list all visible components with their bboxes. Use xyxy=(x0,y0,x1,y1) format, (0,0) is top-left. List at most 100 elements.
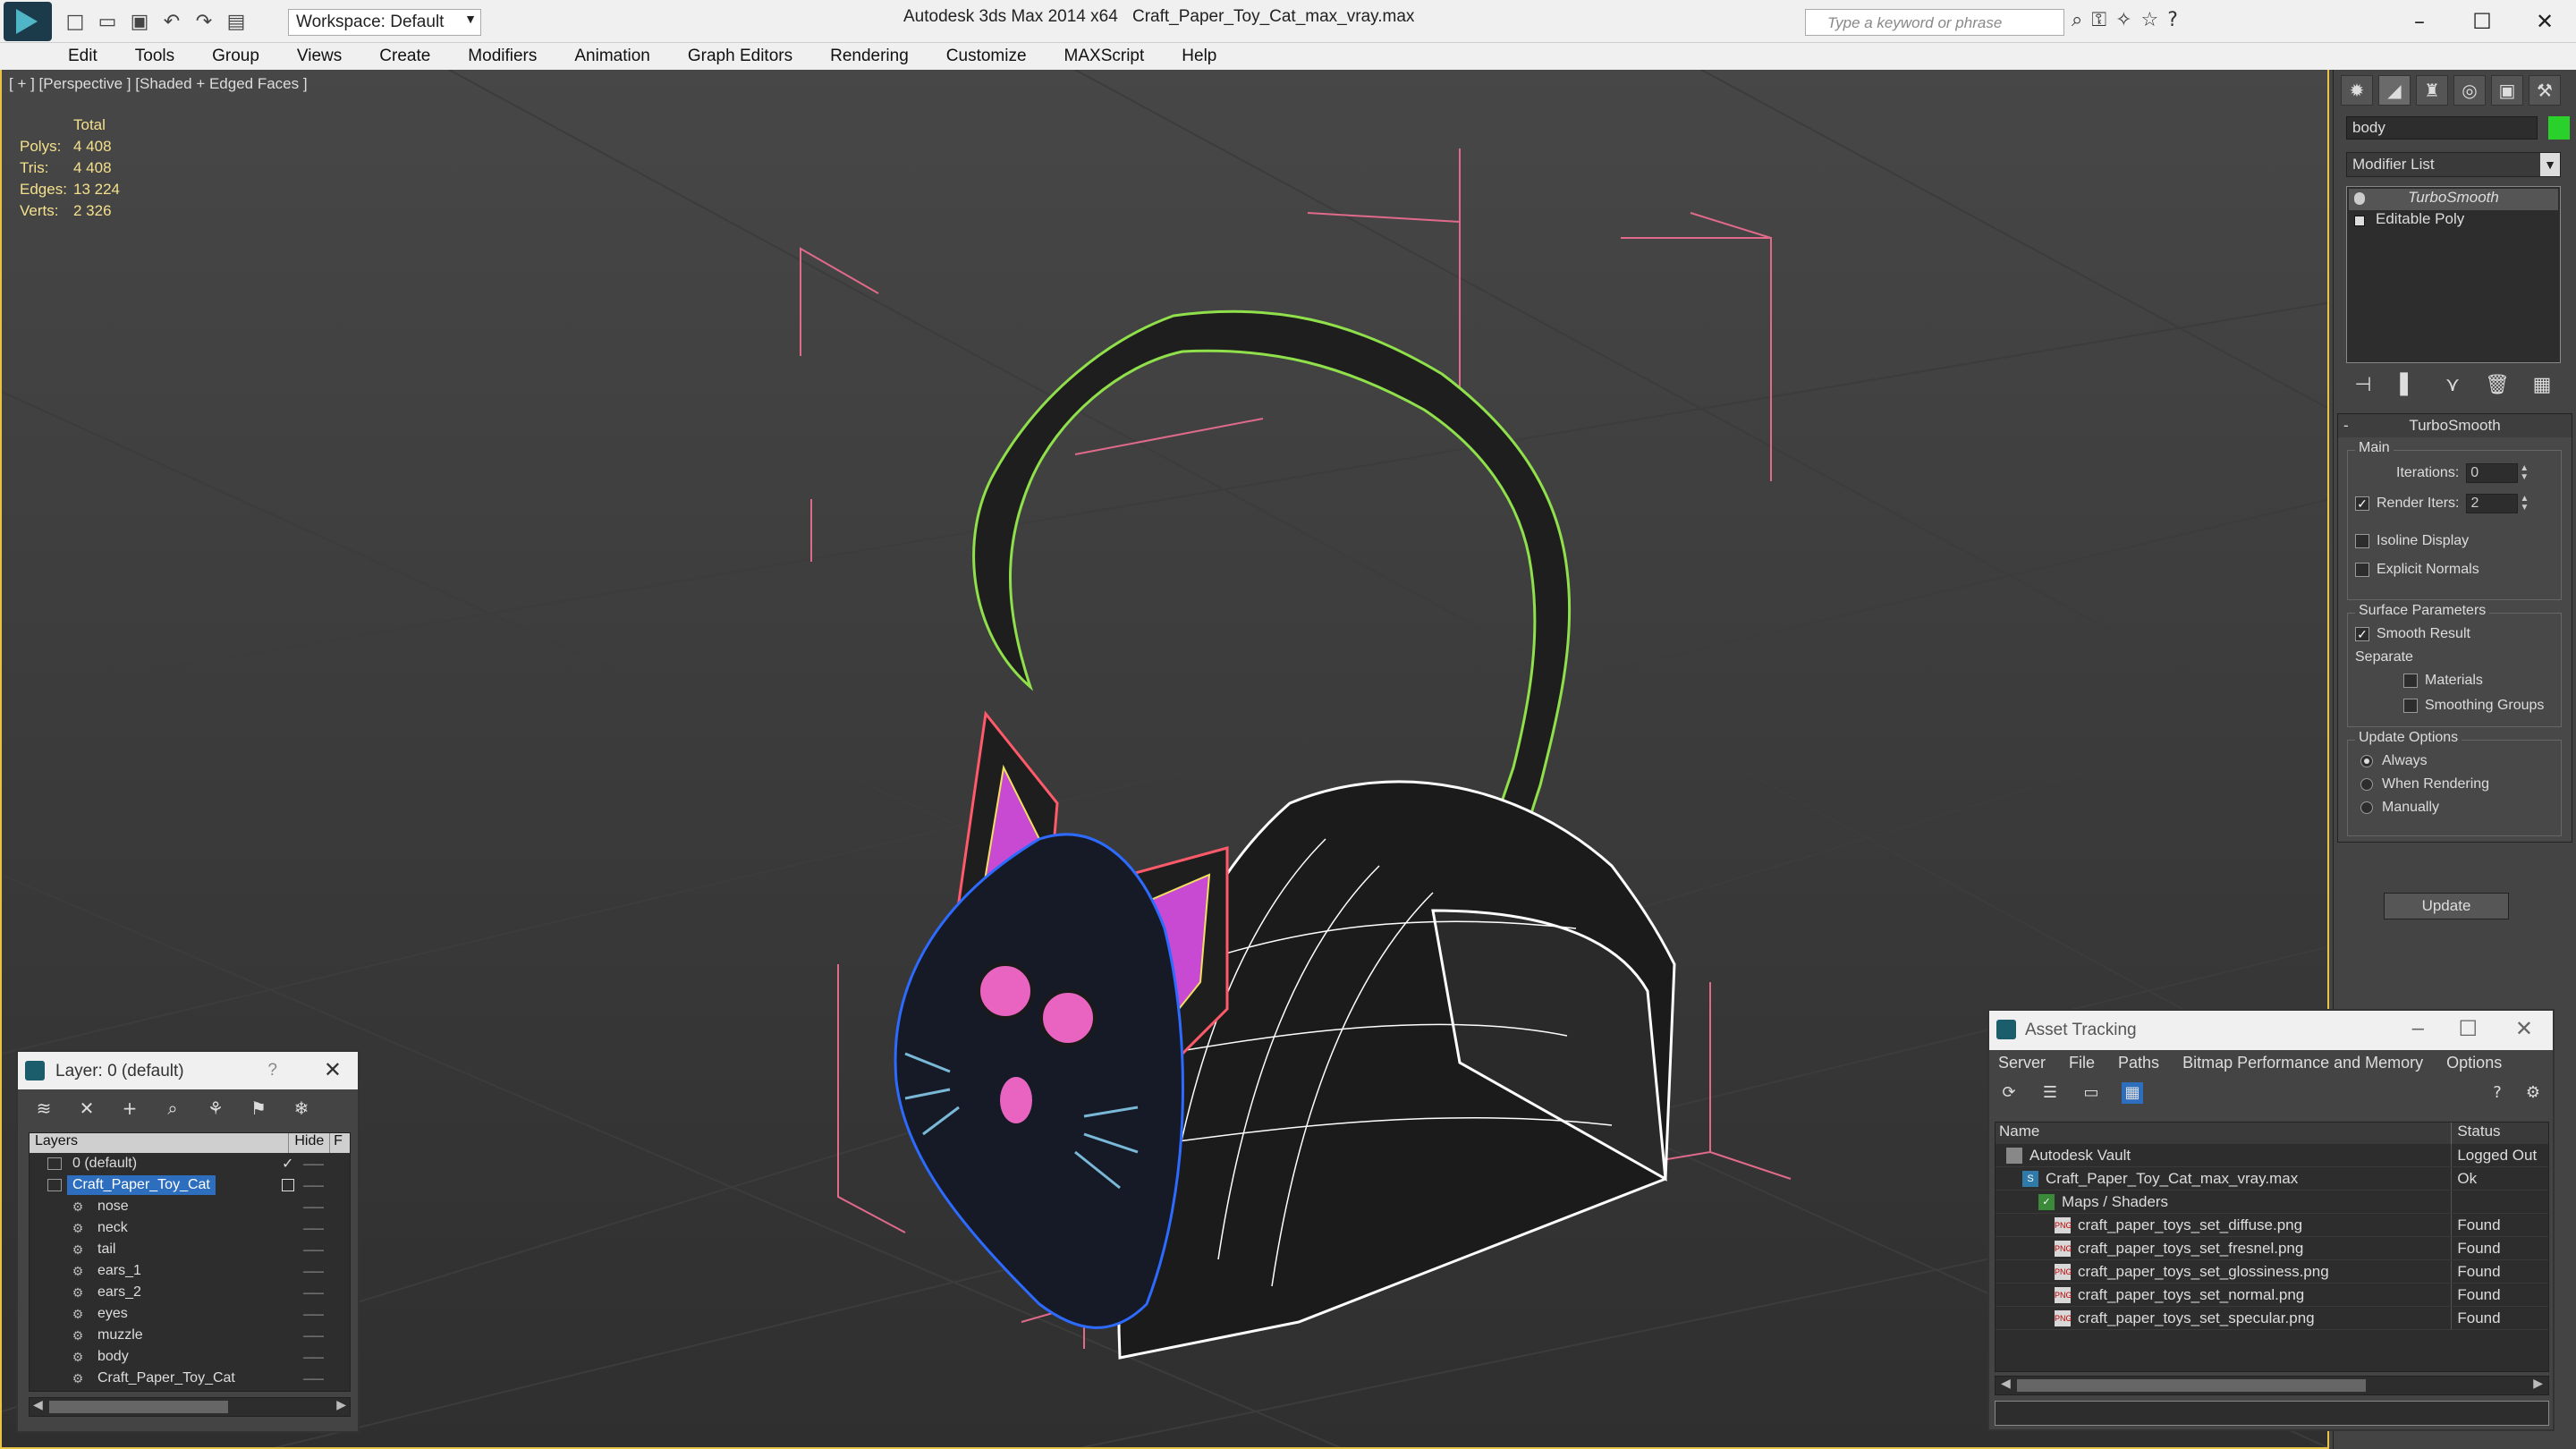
hide-all-icon[interactable]: ⚑ xyxy=(249,1098,268,1118)
menu-item-modifiers[interactable]: Modifiers xyxy=(468,47,537,66)
stack-item-editable-poly[interactable]: Editable Poly xyxy=(2349,210,2558,232)
asset-horizontal-scrollbar[interactable]: ◀ ▶ xyxy=(1995,1376,2549,1395)
hide-toggle[interactable]: —— xyxy=(303,1157,324,1170)
asset-row[interactable]: ✓ Maps / Shaders xyxy=(1996,1191,2548,1214)
make-unique-icon[interactable]: ⋎ xyxy=(2439,374,2466,401)
utilities-tab-icon[interactable]: ⚒ xyxy=(2529,75,2561,106)
layer-row[interactable]: ⚙ body —— xyxy=(30,1346,350,1368)
hide-toggle[interactable]: —— xyxy=(303,1265,324,1277)
viewport-label[interactable]: [ + ] [Perspective ] [Shaded + Edged Fac… xyxy=(9,75,308,93)
scroll-right-icon[interactable]: ▶ xyxy=(336,1398,346,1412)
subscription-icon[interactable]: ✧ xyxy=(2115,9,2131,31)
scroll-left-icon[interactable]: ◀ xyxy=(33,1398,43,1412)
layers-horizontal-scrollbar[interactable]: ◀ ▶ xyxy=(29,1397,351,1417)
maximize-button[interactable]: ☐ xyxy=(2451,4,2513,39)
hide-toggle[interactable]: —— xyxy=(303,1351,324,1363)
layer-row[interactable]: ⚙ nose —— xyxy=(30,1196,350,1217)
smooth-result-checkbox[interactable]: ✓ xyxy=(2355,627,2369,641)
asset-row[interactable]: Autodesk Vault Logged Out xyxy=(1996,1144,2548,1167)
remove-modifier-icon[interactable]: 🗑 xyxy=(2484,374,2511,401)
make-current-box-icon[interactable] xyxy=(282,1179,294,1191)
menu-item-customize[interactable]: Customize xyxy=(946,47,1027,66)
hide-toggle[interactable]: —— xyxy=(303,1200,324,1213)
asset-row[interactable]: PNG craft_paper_toys_set_normal.png Found xyxy=(1996,1284,2548,1307)
menu-item-create[interactable]: Create xyxy=(379,47,430,66)
help-icon[interactable]: ? xyxy=(2167,9,2178,31)
settings-icon[interactable]: ⚙ xyxy=(2522,1082,2544,1104)
open-file-icon[interactable]: ▭ xyxy=(95,9,120,34)
binoculars-icon[interactable]: ⌕ xyxy=(2072,9,2082,31)
asset-row[interactable]: S Craft_Paper_Toy_Cat_max_vray.max Ok xyxy=(1996,1167,2548,1191)
object-name-field[interactable]: body xyxy=(2346,116,2538,140)
menu-item-views[interactable]: Views xyxy=(297,47,342,66)
col-freeze[interactable]: F xyxy=(330,1133,350,1153)
explicit-normals-checkbox[interactable] xyxy=(2355,563,2369,577)
table-view-icon[interactable]: ▦ xyxy=(2122,1082,2143,1104)
hide-toggle[interactable]: —— xyxy=(303,1179,324,1191)
scroll-right-icon[interactable]: ▶ xyxy=(2533,1377,2543,1391)
asset-menu-paths[interactable]: Paths xyxy=(2118,1054,2159,1073)
close-icon[interactable]: ✕ xyxy=(2515,1016,2533,1042)
asset-row[interactable]: PNG craft_paper_toys_set_specular.png Foun… xyxy=(1996,1307,2548,1330)
delete-layer-icon[interactable]: ✕ xyxy=(77,1098,97,1118)
maximize-icon[interactable]: ☐ xyxy=(2458,1016,2478,1042)
asset-menu-file[interactable]: File xyxy=(2069,1054,2095,1073)
asset-row[interactable]: PNG craft_paper_toys_set_fresnel.png Found xyxy=(1996,1237,2548,1260)
menu-item-graph-editors[interactable]: Graph Editors xyxy=(688,47,792,66)
freeze-all-icon[interactable]: ❄ xyxy=(292,1098,311,1118)
display-tab-icon[interactable]: ▣ xyxy=(2491,75,2523,106)
minimize-icon[interactable]: – xyxy=(2412,1016,2424,1041)
expand-box-icon[interactable] xyxy=(2354,216,2365,226)
select-objects-icon[interactable]: ⌕ xyxy=(163,1098,182,1118)
render-iters-checkbox[interactable]: ✓ xyxy=(2355,496,2369,511)
menu-item-help[interactable]: Help xyxy=(1182,47,1216,66)
minimize-button[interactable]: – xyxy=(2388,4,2451,39)
menu-item-group[interactable]: Group xyxy=(212,47,259,66)
hide-toggle[interactable]: —— xyxy=(303,1329,324,1342)
save-file-icon[interactable]: ▣ xyxy=(127,9,152,34)
lightbulb-icon[interactable] xyxy=(2354,192,2365,205)
hierarchy-tab-icon[interactable]: ♜ xyxy=(2416,75,2448,106)
new-file-icon[interactable]: □ xyxy=(63,9,88,34)
isoline-checkbox[interactable] xyxy=(2355,534,2369,548)
help-icon[interactable]: ? xyxy=(267,1061,277,1080)
configure-modifier-sets-icon[interactable]: ▦ xyxy=(2529,374,2555,401)
menu-item-maxscript[interactable]: MAXScript xyxy=(1064,47,1145,66)
render-iters-spinner[interactable]: 2 xyxy=(2466,494,2519,513)
pin-stack-icon[interactable]: ⊣ xyxy=(2350,374,2377,401)
modify-tab-icon[interactable]: ◢ xyxy=(2378,75,2411,106)
layer-dialog-titlebar[interactable]: Layer: 0 (default) ? ✕ xyxy=(18,1052,358,1089)
asset-row[interactable]: PNG craft_paper_toys_set_glossiness.png Fo… xyxy=(1996,1260,2548,1284)
refresh-icon[interactable]: ⟳ xyxy=(1998,1082,2020,1104)
workspace-select[interactable]: Workspace: Default ▼ xyxy=(288,9,481,36)
undo-icon[interactable]: ↶ xyxy=(159,9,184,34)
menu-item-tools[interactable]: Tools xyxy=(135,47,174,66)
layer-row[interactable]: ⚙ Craft_Paper_Toy_Cat —— xyxy=(30,1368,350,1389)
search-input[interactable]: Type a keyword or phrase xyxy=(1805,9,2064,36)
update-button[interactable]: Update xyxy=(2384,893,2509,919)
menu-item-animation[interactable]: Animation xyxy=(574,47,650,66)
list-view-icon[interactable]: ☰ xyxy=(2039,1082,2061,1104)
stack-item-turbosmooth[interactable]: TurboSmooth xyxy=(2349,189,2558,210)
hide-toggle[interactable]: —— xyxy=(303,1308,324,1320)
asset-menu-server[interactable]: Server xyxy=(1998,1054,2046,1073)
layer-row[interactable]: 0 (default) ✓ —— xyxy=(30,1153,350,1174)
add-to-layer-icon[interactable]: + xyxy=(120,1098,140,1118)
materials-checkbox[interactable] xyxy=(2403,674,2418,688)
spinner-arrows-icon[interactable]: ▲ ▼ xyxy=(2520,464,2530,482)
layer-row[interactable]: ⚙ eyes —— xyxy=(30,1303,350,1325)
show-end-result-icon[interactable]: ▌ xyxy=(2394,374,2421,401)
asset-menu-bitmap-performance-and-memory[interactable]: Bitmap Performance and Memory xyxy=(2182,1054,2423,1073)
redo-icon[interactable]: ↷ xyxy=(191,9,216,34)
col-name[interactable]: Name xyxy=(1996,1123,2453,1144)
menu-item-rendering[interactable]: Rendering xyxy=(830,47,909,66)
motion-tab-icon[interactable]: ◎ xyxy=(2453,75,2486,106)
hide-toggle[interactable]: —— xyxy=(303,1286,324,1299)
col-status[interactable]: Status xyxy=(2452,1123,2548,1144)
app-logo-icon[interactable] xyxy=(4,2,52,41)
hide-toggle[interactable]: —— xyxy=(303,1243,324,1256)
manually-radio[interactable] xyxy=(2360,801,2373,814)
layer-row[interactable]: ⚙ ears_1 —— xyxy=(30,1260,350,1282)
iterations-spinner[interactable]: 0 xyxy=(2466,463,2519,483)
layer-row[interactable]: ⚙ tail —— xyxy=(30,1239,350,1260)
